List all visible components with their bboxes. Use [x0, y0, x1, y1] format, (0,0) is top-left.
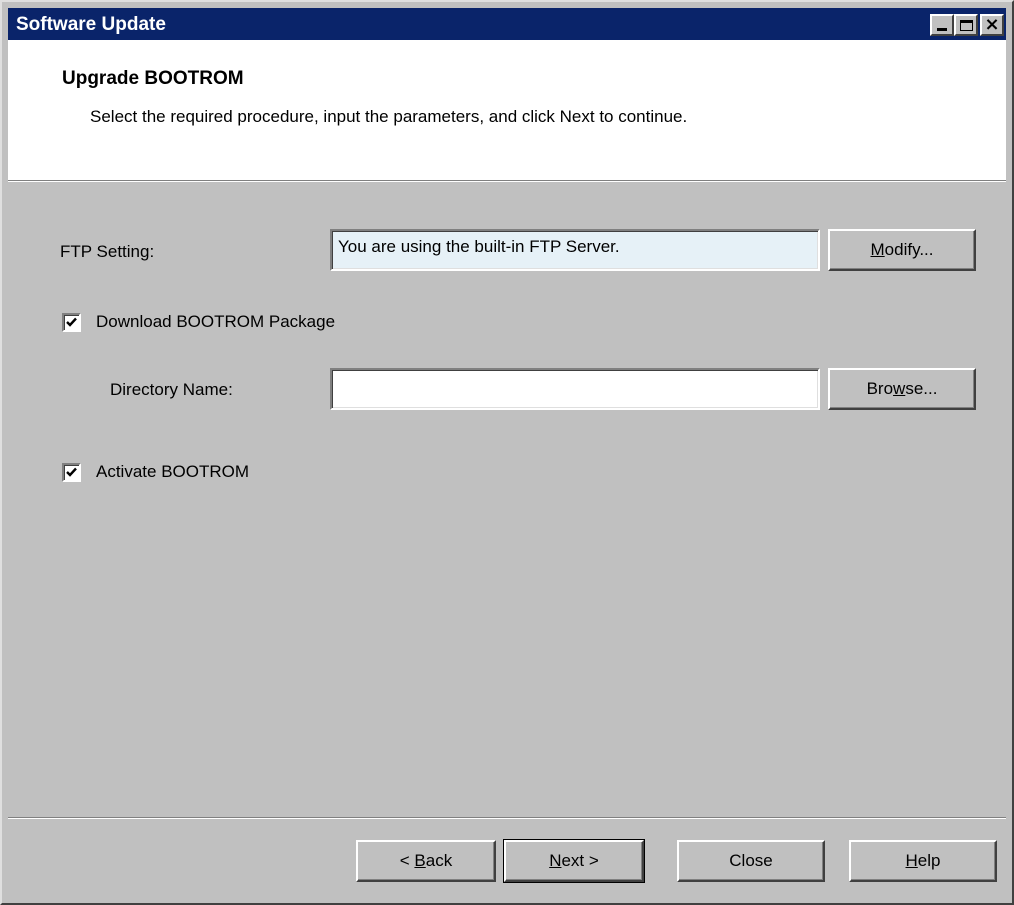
minimize-icon: [937, 27, 947, 31]
checkmark-icon: [66, 467, 77, 477]
help-button-label: Help: [905, 851, 941, 870]
modify-button[interactable]: Modify...: [828, 229, 976, 271]
browse-button[interactable]: Browse...: [828, 368, 976, 410]
next-button[interactable]: Next >: [503, 839, 645, 883]
directory-name-label: Directory Name:: [110, 380, 233, 399]
download-bootrom-checkbox[interactable]: [62, 313, 81, 332]
modify-button-label: Modify...: [870, 240, 934, 259]
close-icon: ×: [984, 14, 1000, 35]
maximize-icon: [959, 19, 973, 31]
wizard-header: Upgrade BOOTROM Select the required proc…: [8, 40, 1006, 180]
close-button-label: Close: [729, 851, 773, 870]
browse-button-label: Browse...: [866, 379, 938, 398]
window-title: Software Update: [16, 14, 166, 35]
activate-bootrom-label[interactable]: Activate BOOTROM: [96, 462, 249, 482]
next-button-label: Next >: [549, 851, 599, 870]
header-divider: [8, 180, 1006, 182]
ftp-setting-field: You are using the built-in FTP Server.: [330, 229, 820, 271]
software-update-window: Software Update × Upgrade BOOTROM Select…: [0, 0, 1014, 905]
download-bootrom-label[interactable]: Download BOOTROM Package: [96, 312, 335, 332]
ftp-setting-label: FTP Setting:: [60, 242, 155, 261]
page-title: Upgrade BOOTROM: [62, 68, 244, 89]
close-window-button[interactable]: ×: [980, 14, 1004, 36]
maximize-button[interactable]: [954, 14, 978, 36]
activate-bootrom-checkbox[interactable]: [62, 463, 81, 482]
minimize-button[interactable]: [930, 14, 954, 36]
help-button[interactable]: Help: [849, 840, 997, 882]
title-bar[interactable]: Software Update ×: [8, 8, 1006, 40]
directory-name-input[interactable]: [330, 368, 820, 410]
close-button[interactable]: Close: [677, 840, 825, 882]
footer-divider: [8, 817, 1006, 819]
back-button-label: < Back: [399, 851, 453, 870]
checkmark-icon: [66, 317, 77, 327]
page-subtitle: Select the required procedure, input the…: [90, 107, 688, 126]
back-button[interactable]: < Back: [356, 840, 496, 882]
